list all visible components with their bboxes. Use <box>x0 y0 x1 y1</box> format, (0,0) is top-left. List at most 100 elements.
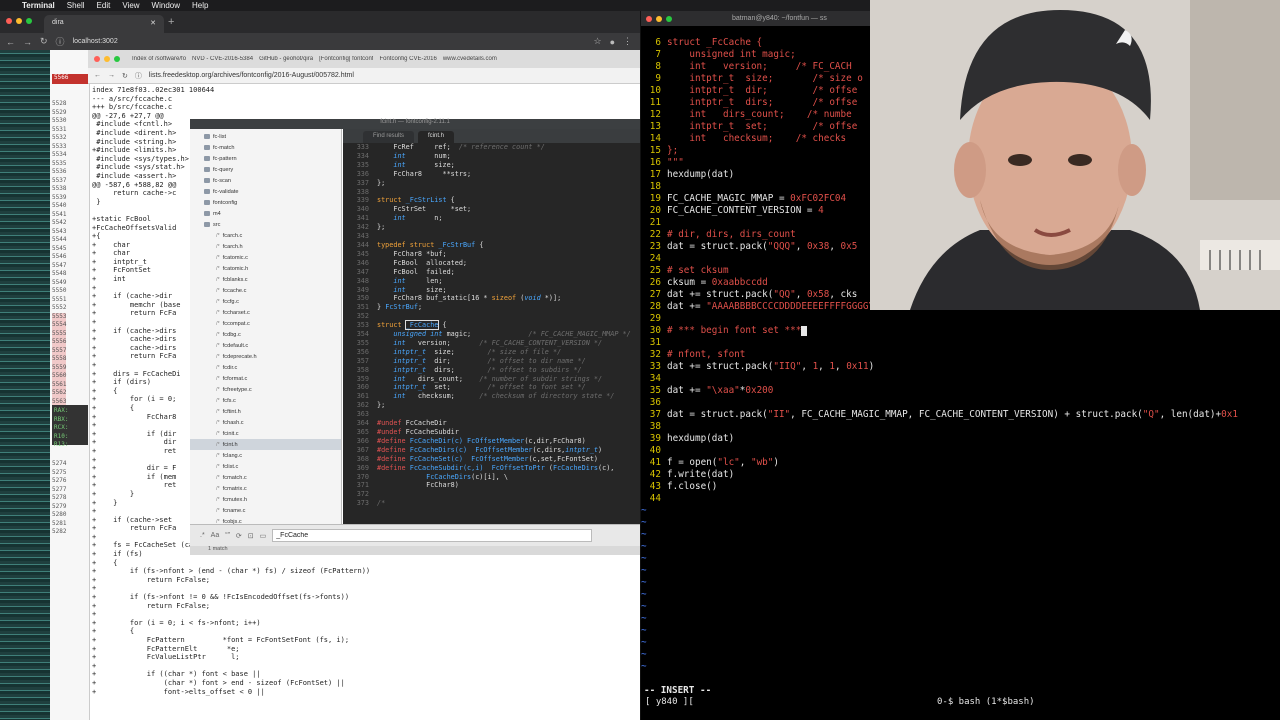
gutter-clnum[interactable]: 5530 <box>52 117 66 126</box>
back-icon[interactable]: ← <box>6 37 15 47</box>
file-tree-item[interactable]: /* fccfg.c <box>190 296 341 307</box>
word-toggle-icon[interactable]: “” <box>225 532 230 539</box>
inner-tab[interactable]: NVD - CVE-2016-5384 <box>192 56 253 62</box>
gutter-clnum[interactable]: 5539 <box>52 194 66 203</box>
selection-toggle-icon[interactable]: ⊡ <box>248 532 254 540</box>
forward-icon[interactable]: → <box>108 72 115 79</box>
gutter-clnum[interactable]: 5534 <box>52 151 66 160</box>
minimize-icon[interactable] <box>656 15 662 22</box>
gutter-clnum[interactable]: 5548 <box>52 270 66 279</box>
file-tree-item[interactable]: /* fcname.c <box>190 505 341 516</box>
gutter-clnum[interactable]: 5528 <box>52 100 66 109</box>
file-tree-item[interactable]: /* fcarch.h <box>190 241 341 252</box>
reload-icon[interactable]: ↻ <box>122 72 128 80</box>
file-tree-item[interactable]: /* fcmutex.h <box>190 494 341 505</box>
inner-tab[interactable]: GitHub - geohot/qira <box>259 56 313 62</box>
gutter-clnum[interactable]: 5557 <box>52 346 67 355</box>
gutter-clnum[interactable]: 5553 <box>52 312 67 321</box>
inner-window-controls[interactable] <box>94 56 120 62</box>
file-tree-item[interactable]: /* fcdefault.c <box>190 340 341 351</box>
gutter-clnum[interactable]: 5558 <box>52 355 67 364</box>
file-tree-item[interactable]: /* fcfs.c <box>190 395 341 406</box>
gutter-clnum[interactable]: 5540 <box>52 202 66 211</box>
file-tree-item[interactable]: /* fcarch.c <box>190 230 341 241</box>
zoom-icon[interactable] <box>114 56 120 62</box>
gutter-clnum[interactable]: 5544 <box>52 236 66 245</box>
file-tree-item[interactable]: /* fchash.c <box>190 417 341 428</box>
zoom-icon[interactable] <box>26 18 32 24</box>
file-tree-item[interactable]: fc-match <box>190 142 341 153</box>
file-tree-item[interactable]: /* fcinit.c <box>190 428 341 439</box>
file-tree-item[interactable]: m4 <box>190 208 341 219</box>
bookmark-star-icon[interactable]: ☆ <box>593 36 601 47</box>
qira-trace-strip[interactable] <box>0 50 50 720</box>
file-tree-item[interactable]: /* fcatomic.c <box>190 252 341 263</box>
gutter-clnum[interactable]: 5554 <box>52 321 67 330</box>
minimize-icon[interactable] <box>104 56 110 62</box>
menu-edit[interactable]: Edit <box>97 1 111 10</box>
file-tree-item[interactable]: fc-list <box>190 131 341 142</box>
inner-address-bar[interactable]: lists.freedesktop.org/archives/fontconfi… <box>149 72 354 79</box>
editor-tab[interactable]: fcint.h <box>418 131 455 143</box>
zoom-icon[interactable] <box>666 15 672 22</box>
file-tree-item[interactable]: /* fcdeprecate.h <box>190 351 341 362</box>
gutter-clnum[interactable]: 5560 <box>52 372 67 381</box>
gutter-clnum[interactable]: 5547 <box>52 262 66 271</box>
back-icon[interactable]: ← <box>94 72 101 79</box>
gutter-clnum[interactable]: 5278 <box>52 494 66 503</box>
menu-window[interactable]: Window <box>152 1 180 10</box>
file-tree-item[interactable]: /* fccharset.c <box>190 307 341 318</box>
close-icon[interactable] <box>6 18 12 24</box>
current-clnum[interactable]: 5566 <box>52 74 88 84</box>
file-tree-item[interactable]: /* fccache.c <box>190 285 341 296</box>
gutter-clnum[interactable]: 5536 <box>52 168 66 177</box>
tmux-windows[interactable]: 0-$ bash (1*$bash) <box>937 697 1035 707</box>
file-tree-item[interactable]: /* fcobjs.c <box>190 516 341 525</box>
find-input[interactable] <box>272 529 593 542</box>
file-tree-item[interactable]: /* fclang.c <box>190 450 341 461</box>
file-tree-item[interactable]: /* fccompat.c <box>190 318 341 329</box>
menu-terminal[interactable]: Terminal <box>22 1 55 10</box>
gutter-clnum[interactable]: 5535 <box>52 160 66 169</box>
inner-tab[interactable]: www.cvedetails.com <box>443 56 497 62</box>
qira-gutter[interactable]: 5528 5529 5530 5531 5532 5533 5534 5535 5536 5537… <box>50 50 90 720</box>
highlight-toggle-icon[interactable]: ▭ <box>260 532 267 540</box>
chrome-tab[interactable]: dira ✕ <box>44 15 164 33</box>
address-bar[interactable]: localhost:3002 <box>73 38 118 45</box>
menu-help[interactable]: Help <box>192 1 208 10</box>
gutter-clnum[interactable]: 5556 <box>52 338 67 347</box>
gutter-clnum[interactable]: 5550 <box>52 287 66 296</box>
gutter-clnum[interactable]: 5545 <box>52 245 66 254</box>
wrap-toggle-icon[interactable]: ⟳ <box>236 532 242 540</box>
gutter-clnum[interactable]: 5559 <box>52 363 67 372</box>
file-tree-item[interactable]: fc-pattern <box>190 153 341 164</box>
gutter-clnum[interactable]: 5533 <box>52 143 66 152</box>
gutter-clnum[interactable]: 5546 <box>52 253 66 262</box>
gutter-clnum[interactable]: 5274 <box>52 460 66 469</box>
gutter-clnum[interactable]: 5532 <box>52 134 66 143</box>
inner-tab[interactable]: [Fontconfig] fontconf <box>319 56 373 62</box>
case-toggle-icon[interactable]: Aa <box>211 532 220 539</box>
gutter-clnum[interactable]: 5538 <box>52 185 66 194</box>
file-tree-item[interactable]: /* fcdir.c <box>190 362 341 373</box>
gutter-clnum[interactable]: 5552 <box>52 304 66 313</box>
gutter-clnum[interactable]: 5562 <box>52 389 67 398</box>
menu-icon[interactable]: ⋮ <box>623 36 632 47</box>
gutter-clnum[interactable]: 5280 <box>52 511 66 520</box>
terminal-window-controls[interactable] <box>646 15 672 22</box>
gutter-clnum[interactable]: 5551 <box>52 296 66 305</box>
gutter-clnum[interactable]: 5542 <box>52 219 66 228</box>
file-tree-item[interactable]: /* fcdbg.c <box>190 329 341 340</box>
gutter-clnum[interactable]: 5537 <box>52 177 66 186</box>
file-tree-item[interactable]: /* fcint.h <box>190 439 341 450</box>
file-tree-item[interactable]: /* fcformat.c <box>190 373 341 384</box>
gutter-clnum[interactable]: 5531 <box>52 126 66 135</box>
file-tree-item[interactable]: fc-scan <box>190 175 341 186</box>
file-tree-item[interactable]: fc-validate <box>190 186 341 197</box>
file-tree[interactable]: fc-list fc-match fc-pattern fc-query fc-scan… <box>190 129 342 524</box>
gutter-clnum[interactable]: 5561 <box>52 380 67 389</box>
file-tree-item[interactable]: src <box>190 219 341 230</box>
close-icon[interactable] <box>94 56 100 62</box>
close-icon[interactable] <box>646 15 652 22</box>
minimize-icon[interactable] <box>16 18 22 24</box>
